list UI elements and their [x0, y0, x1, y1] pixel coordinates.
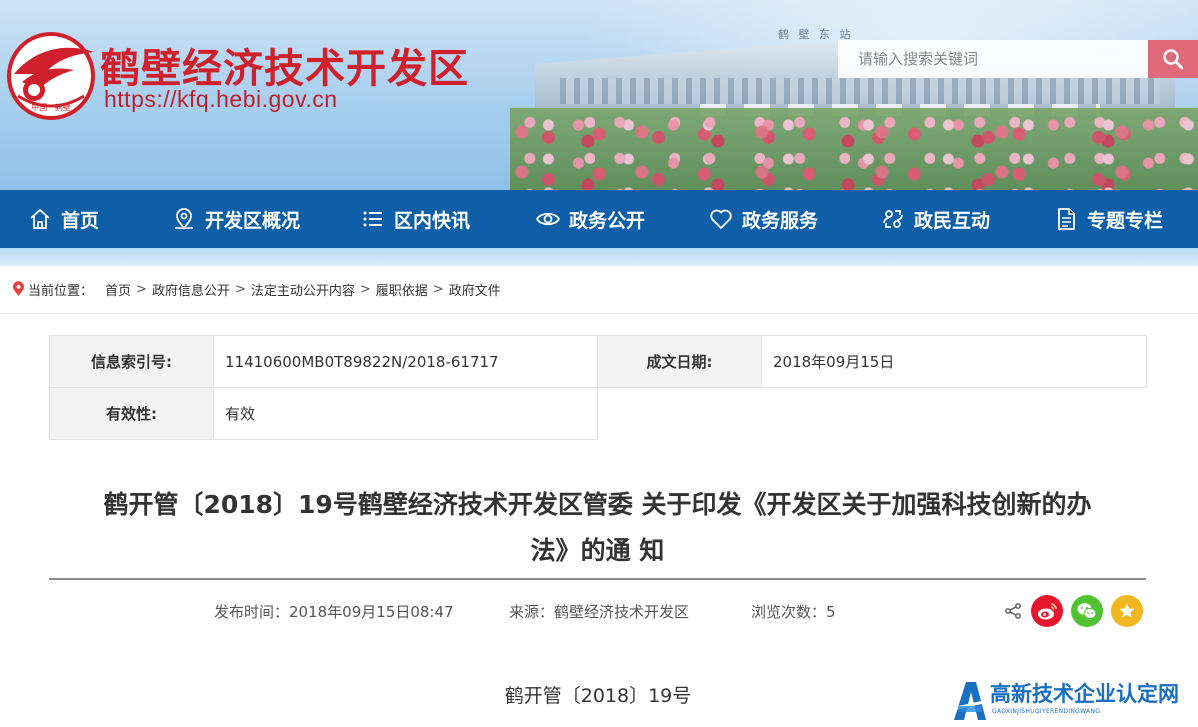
breadcrumb-link-gov-docs[interactable]: 政府文件	[449, 280, 501, 299]
share-wechat-button[interactable]	[1071, 595, 1103, 627]
info-index-label: 信息索引号:	[49, 335, 214, 388]
star-icon	[1119, 603, 1135, 618]
breadcrumb-separator: >	[136, 281, 147, 297]
breadcrumb-link-statutory[interactable]: 法定主动公开内容	[251, 280, 355, 299]
nav-label-home: 首页	[61, 209, 100, 232]
home-icon	[30, 209, 50, 229]
share-favorite-button[interactable]	[1111, 595, 1143, 627]
info-date-value: 2018年09月15日	[761, 335, 1147, 388]
article-source: 来源：鹤壁经济技术开发区	[509, 603, 690, 621]
doc-info-table: 信息索引号: 11410600MB0T89822N/2018-61717 成文日…	[49, 335, 1147, 440]
view-count: 浏览次数：5	[751, 603, 836, 621]
share-icon[interactable]	[1004, 602, 1022, 620]
wechat-icon	[1077, 603, 1097, 619]
breadcrumb-link-home[interactable]: 首页	[105, 280, 131, 299]
publish-time: 发布时间：2018年09月15日08:47	[214, 603, 454, 621]
map-pin-icon	[175, 208, 193, 230]
search-input[interactable]	[838, 40, 1148, 78]
nav-shadow-strip	[0, 248, 1198, 266]
article-title: 鹤开管〔2018〕19号鹤壁经济技术开发区管委 关于印发《开发区关于加强科技创新…	[49, 482, 1146, 574]
nav-item-interaction[interactable]: 政民互动	[881, 190, 990, 248]
table-row: 有效性: 有效	[49, 387, 1147, 440]
list-icon	[363, 211, 382, 227]
nav-label-gov-open: 政务公开	[569, 209, 646, 232]
info-index-value: 11410600MB0T89822N/2018-61717	[213, 335, 598, 388]
article-title-line1: 鹤开管〔2018〕19号鹤壁经济技术开发区管委 关于印发《开发区关于加强科技创新…	[103, 490, 1092, 519]
nav-item-news[interactable]: 区内快讯	[361, 190, 470, 248]
info-validity-value: 有效	[213, 387, 598, 440]
info-validity-label: 有效性:	[49, 387, 214, 440]
nav-label-special: 专题专栏	[1087, 209, 1164, 232]
info-date-label: 成文日期:	[597, 335, 762, 388]
watermark: 高新技术企业认定网 GAOXINJISHUQIYERENDINGWANG	[952, 676, 1198, 727]
info-empty-cell	[598, 388, 1147, 440]
site-url: https://kfq.hebi.gov.cn	[104, 86, 338, 112]
breadcrumb-divider	[0, 313, 1198, 314]
nav-label-overview: 开发区概况	[205, 209, 301, 232]
search-icon	[1163, 49, 1184, 70]
breadcrumb-separator: >	[432, 281, 444, 297]
header-banner: 鹤 壁 东 站 中国 · 鹤壁 鹤壁经济技术开发区 https://kfq.he…	[0, 0, 1198, 190]
nav-item-gov-service[interactable]: 政务服务	[709, 190, 818, 248]
breadcrumb-separator: >	[234, 281, 246, 297]
document-icon	[1058, 208, 1075, 230]
breadcrumb-link-gov-info[interactable]: 政府信息公开	[152, 280, 230, 299]
share-weibo-button[interactable]	[1031, 595, 1063, 627]
nav-item-gov-open[interactable]: 政务公开	[536, 190, 645, 248]
logo-text: 中国 · 鹤壁	[31, 102, 71, 112]
eye-icon	[536, 212, 560, 226]
heart-icon	[710, 209, 732, 229]
nav-label-news: 区内快讯	[394, 209, 471, 232]
nav-item-overview[interactable]: 开发区概况	[172, 190, 300, 248]
breadcrumb: 当前位置： 首页 > 政府信息公开 > 法定主动公开内容 > 履职依据 > 政府…	[12, 279, 501, 299]
weibo-icon	[1038, 603, 1057, 620]
nav-label-gov-service: 政务服务	[742, 209, 819, 232]
watermark-subtitle: GAOXINJISHUQIYERENDINGWANG	[992, 708, 1101, 715]
breadcrumb-link-duty-basis[interactable]: 履职依据	[376, 280, 428, 299]
title-divider	[49, 578, 1146, 580]
location-pin-icon	[13, 281, 24, 296]
watermark-logo-icon	[954, 682, 986, 720]
site-logo[interactable]: 中国 · 鹤壁	[4, 30, 98, 120]
nav-item-home[interactable]: 首页	[28, 190, 99, 248]
banner-building-windows	[560, 78, 1160, 104]
nav-item-special[interactable]: 专题专栏	[1054, 190, 1163, 248]
table-row: 信息索引号: 11410600MB0T89822N/2018-61717 成文日…	[49, 335, 1147, 388]
nav-label-interaction: 政民互动	[914, 209, 991, 232]
main-nav: 首页 开发区概况 区内快讯 政务公开 政务服务 政民互动 专题专栏	[0, 190, 1198, 248]
watermark-title: 高新技术企业认定网	[990, 682, 1179, 706]
breadcrumb-separator: >	[359, 281, 371, 297]
search-button[interactable]	[1148, 40, 1198, 78]
article-title-line2: 法》的通 知	[530, 536, 665, 565]
breadcrumb-label: 当前位置：	[28, 283, 94, 299]
interaction-icon	[883, 210, 903, 228]
banner-flowers	[510, 108, 1198, 190]
